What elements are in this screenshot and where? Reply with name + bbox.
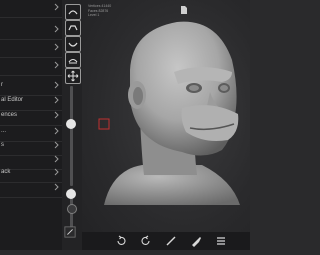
chevron-right-icon xyxy=(54,25,59,33)
menu-item[interactable] xyxy=(0,40,62,58)
chevron-right-icon xyxy=(54,127,59,135)
menu-item[interactable] xyxy=(0,0,62,18)
chevron-right-icon xyxy=(54,168,59,176)
standard-brush-icon xyxy=(68,10,78,15)
clay-brush-button[interactable] xyxy=(65,20,81,36)
crease-brush-button[interactable] xyxy=(65,36,81,52)
paint-icon[interactable] xyxy=(190,235,202,247)
menu-item-label: al Editor xyxy=(1,97,24,103)
standard-brush-button[interactable] xyxy=(65,4,81,20)
menu-item-label: ... xyxy=(1,128,7,134)
settings-menu: r al Editor ences ... s ack xyxy=(0,0,62,250)
chevron-right-icon xyxy=(54,3,59,11)
menu-item-label: ences xyxy=(1,112,18,118)
move-icon xyxy=(67,70,79,82)
lock-toggle[interactable] xyxy=(67,204,77,214)
crease-brush-icon xyxy=(68,42,78,47)
radius-slider-knob[interactable] xyxy=(66,119,76,129)
menu-item[interactable] xyxy=(0,22,62,40)
selection-marker-icon xyxy=(98,118,110,130)
chevron-right-icon xyxy=(54,43,59,51)
menu-item-label: ack xyxy=(1,169,11,175)
chevron-right-icon xyxy=(54,155,59,163)
vertices-count: Vertices 41440 xyxy=(88,4,112,8)
file-icon[interactable] xyxy=(180,5,188,15)
undo-icon[interactable] xyxy=(115,235,127,247)
intensity-slider-knob[interactable] xyxy=(66,189,76,199)
menu-item[interactable] xyxy=(0,58,62,76)
chevron-right-icon xyxy=(54,61,59,69)
flatten-brush-icon xyxy=(68,58,78,64)
menu-item-label: r xyxy=(1,82,3,88)
chevron-right-icon xyxy=(54,96,59,104)
chevron-right-icon xyxy=(54,141,59,149)
flatten-brush-button[interactable] xyxy=(65,52,81,68)
menu-item-label: s xyxy=(1,142,4,148)
chevron-right-icon xyxy=(54,111,59,119)
mesh-stats: Vertices 41440 Faces 82876 Level 1 xyxy=(88,4,111,18)
chevron-right-icon xyxy=(54,183,59,191)
menu-item[interactable] xyxy=(0,180,62,198)
layers-icon[interactable] xyxy=(215,235,227,247)
clay-brush-icon xyxy=(68,25,78,31)
pen-icon[interactable] xyxy=(64,226,76,238)
move-button[interactable] xyxy=(65,68,81,84)
chevron-right-icon xyxy=(54,81,59,89)
redo-icon[interactable] xyxy=(140,235,152,247)
stroke-icon[interactable] xyxy=(165,235,177,247)
level-indicator: Level 1 xyxy=(88,13,100,17)
radius-slider-track[interactable] xyxy=(70,86,73,186)
